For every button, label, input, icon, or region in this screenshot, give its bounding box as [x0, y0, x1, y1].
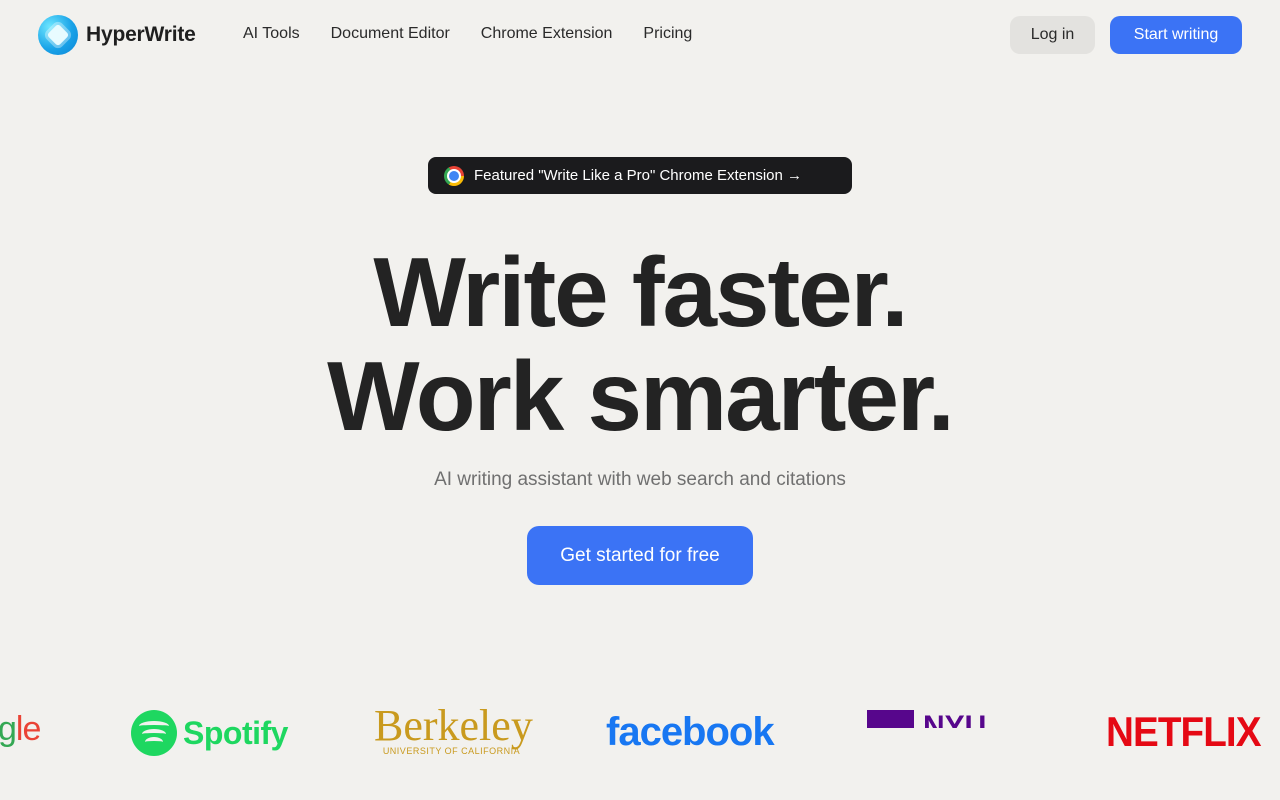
hero-title: Write faster. Work smarter. [0, 240, 1280, 448]
nyu-torch-icon [867, 710, 914, 728]
nav-pricing[interactable]: Pricing [643, 24, 692, 44]
nav-document-editor[interactable]: Document Editor [331, 24, 450, 44]
nav-ai-tools[interactable]: AI Tools [243, 24, 300, 44]
chrome-icon [444, 165, 464, 186]
start-writing-button[interactable]: Start writing [1110, 16, 1242, 54]
facebook-logo: facebook [606, 710, 775, 754]
main-nav: AI Tools Document Editor Chrome Extensio… [243, 24, 723, 44]
spotify-logo: Spotify [131, 710, 288, 756]
spotify-icon [131, 710, 177, 756]
nav-chrome-extension[interactable]: Chrome Extension [481, 24, 613, 44]
site-header: HyperWrite AI Tools Document Editor Chro… [0, 0, 1280, 70]
login-button[interactable]: Log in [1010, 16, 1095, 54]
brand-name: HyperWrite [86, 23, 196, 46]
hero-subtitle: AI writing assistant with web search and… [434, 469, 846, 490]
featured-extension-pill[interactable]: Featured "Write Like a Pro" Chrome Exten… [428, 157, 852, 194]
hero-line-2: Work smarter. [327, 341, 955, 451]
get-started-button[interactable]: Get started for free [527, 526, 753, 585]
hero-line-1: Write faster. [373, 237, 908, 347]
berkeley-logo: Berkeley UNIVERSITY OF CALIFORNIA [374, 701, 533, 757]
customer-logos: gle Spotify Berkeley UNIVERSITY OF CALIF… [0, 690, 1280, 780]
brand-logo[interactable]: HyperWrite [38, 15, 196, 55]
featured-text: Featured "Write Like a Pro" Chrome Exten… [474, 167, 803, 184]
google-logo: gle [0, 710, 41, 748]
hyperwrite-logo-icon [38, 15, 78, 55]
netflix-logo: NETFLIX [1106, 708, 1261, 755]
nyu-logo: NYU [867, 710, 1007, 728]
